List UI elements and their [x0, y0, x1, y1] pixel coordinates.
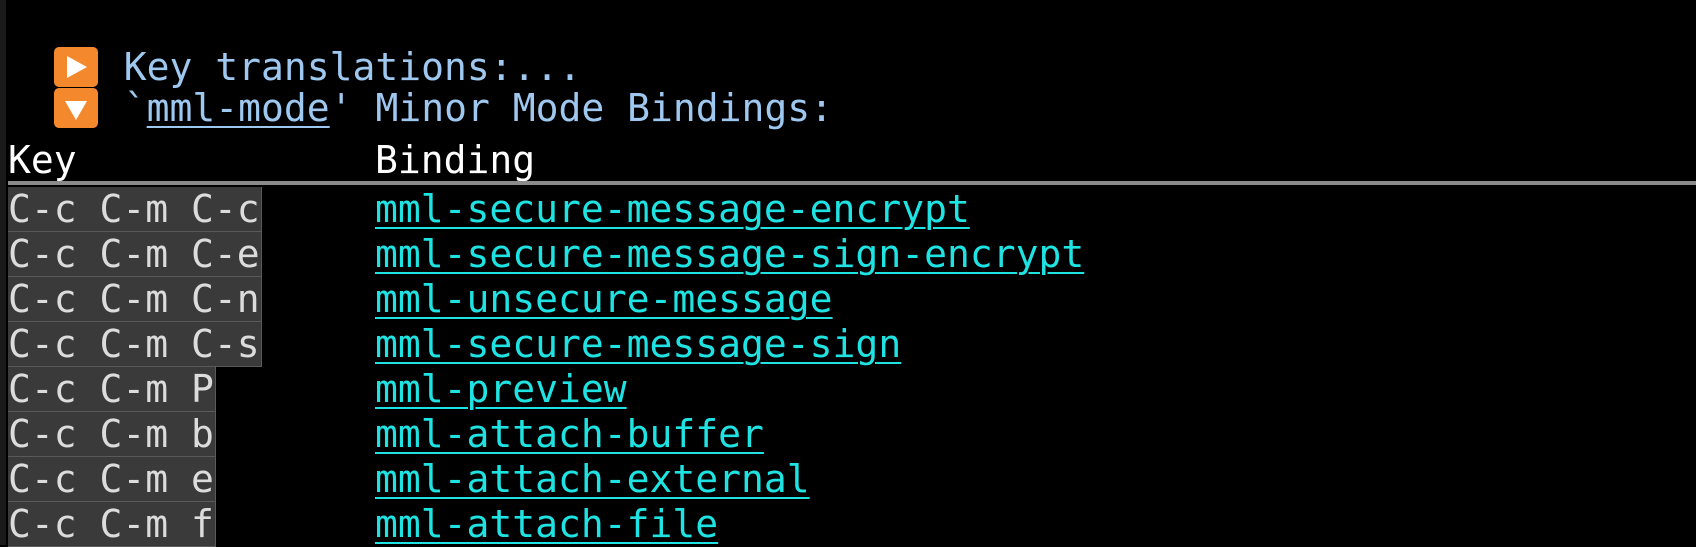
key-sequence: C-c C-m P	[8, 367, 216, 412]
heading-prefix: `	[123, 86, 147, 130]
binding-command-link[interactable]: mml-unsecure-message	[375, 277, 833, 322]
key-sequence: C-c C-m e	[8, 457, 216, 502]
key-sequence: C-c C-m C-e	[8, 232, 262, 277]
header-divider	[8, 181, 1696, 185]
binding-command-link[interactable]: mml-preview	[375, 367, 627, 412]
mml-mode-link[interactable]: mml-mode	[147, 86, 330, 130]
binding-command-link[interactable]: mml-secure-message-sign	[375, 322, 901, 367]
heading-suffix: ' Minor Mode Bindings:	[329, 86, 834, 130]
binding-command-link[interactable]: mml-attach-external	[375, 457, 810, 502]
key-translations-heading[interactable]: Key translations:...	[8, 0, 581, 89]
key-sequence: C-c C-m C-n	[8, 277, 262, 322]
binding-command-link[interactable]: mml-attach-buffer	[375, 412, 764, 457]
binding-command-link[interactable]: mml-attach-file	[375, 502, 718, 547]
column-header-binding: Binding	[375, 138, 536, 182]
column-header-key: Key	[8, 138, 77, 182]
play-down-icon[interactable]	[53, 87, 98, 128]
binding-command-link[interactable]: mml-secure-message-sign-encrypt	[375, 232, 1084, 277]
key-sequence: C-c C-m b	[8, 412, 216, 457]
binding-command-link[interactable]: mml-secure-message-encrypt	[375, 187, 970, 232]
mml-mode-bindings-heading[interactable]: `mml-mode' Minor Mode Bindings:	[8, 41, 833, 130]
window-left-edge	[0, 0, 6, 545]
key-sequence: C-c C-m f	[8, 502, 216, 547]
key-sequence: C-c C-m C-s	[8, 322, 262, 367]
key-sequence: C-c C-m C-c	[8, 187, 262, 232]
